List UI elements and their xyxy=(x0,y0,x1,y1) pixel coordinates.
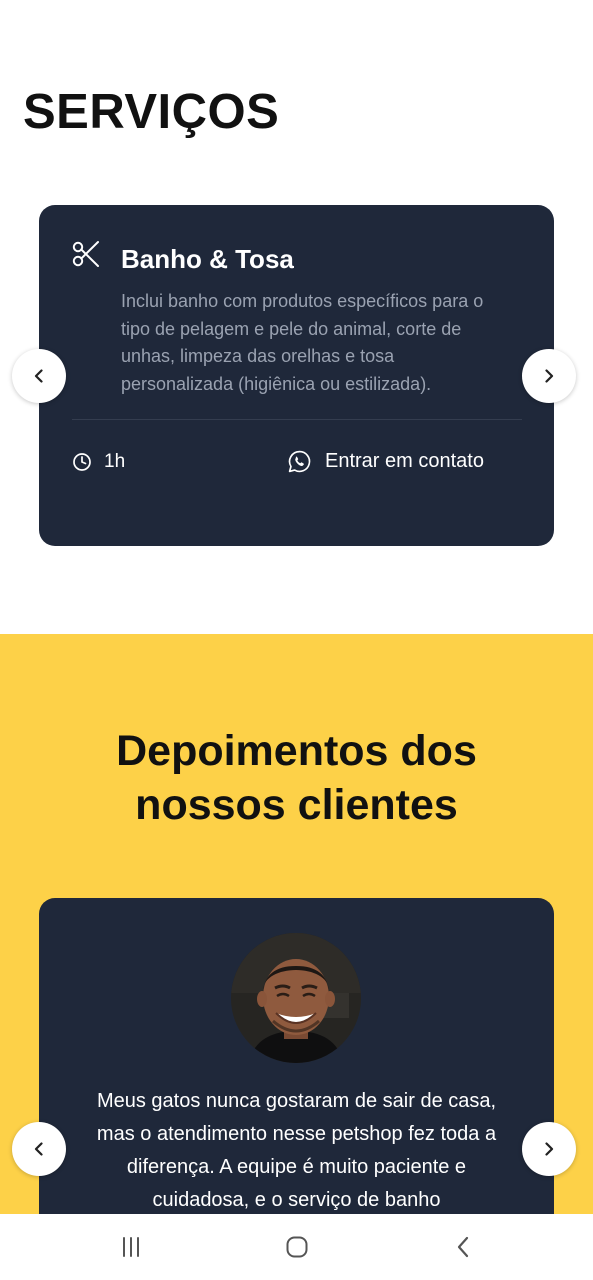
clock-icon xyxy=(72,452,92,472)
chevron-left-icon xyxy=(31,1141,47,1157)
recent-apps-icon xyxy=(119,1236,143,1258)
testimonials-next-button[interactable] xyxy=(522,1122,576,1176)
back-icon xyxy=(454,1235,472,1259)
quote-line: mas o atendimento nesse petshop fez toda… xyxy=(96,1123,497,1145)
card-divider xyxy=(72,419,522,420)
services-section: SERVIÇOS Banho & Tosa Inclui banho com p… xyxy=(0,0,593,634)
quote-line: Meus gatos nunca gostaram de sair de cas… xyxy=(96,1090,497,1112)
services-prev-button[interactable] xyxy=(12,349,66,403)
services-title: SERVIÇOS xyxy=(23,85,280,139)
services-next-button[interactable] xyxy=(522,349,576,403)
scissors-icon xyxy=(71,239,101,269)
contact-label: Entrar em contato xyxy=(325,450,484,472)
home-button[interactable] xyxy=(282,1232,312,1262)
chevron-right-icon xyxy=(541,1141,557,1157)
description-line: tipo de pelagem e pele do animal, corte … xyxy=(121,318,462,339)
whatsapp-icon xyxy=(287,449,312,474)
testimonials-title: Depoimentos dos nossos clientes xyxy=(0,724,593,832)
testimonial-card: Meus gatos nunca gostaram de sair de cas… xyxy=(39,898,554,1214)
service-duration: 1h xyxy=(72,451,125,473)
service-description: Inclui banho com produtos específicos pa… xyxy=(121,288,526,398)
duration-text: 1h xyxy=(104,451,126,472)
contact-button[interactable]: Entrar em contato xyxy=(287,449,484,474)
service-name: Banho & Tosa xyxy=(121,244,294,274)
quote-line: diferença. A equipe é muito paciente e xyxy=(126,1156,467,1178)
back-button[interactable] xyxy=(448,1232,478,1262)
avatar xyxy=(231,933,361,1063)
recent-apps-button[interactable] xyxy=(116,1232,146,1262)
service-card: Banho & Tosa Inclui banho com produtos e… xyxy=(39,205,554,546)
chevron-right-icon xyxy=(541,368,557,384)
description-line: Inclui banho com produtos específicos pa… xyxy=(121,291,484,311)
testimonials-prev-button[interactable] xyxy=(12,1122,66,1176)
chevron-left-icon xyxy=(31,368,47,384)
testimonials-section: Depoimentos dos nossos clientes Meus gat… xyxy=(0,634,593,1214)
testimonial-quote: Meus gatos nunca gostaram de sair de cas… xyxy=(69,1085,524,1214)
testimonials-title-line: Depoimentos dos xyxy=(116,727,477,775)
system-navigation-bar xyxy=(0,1214,593,1280)
testimonials-title-line: nossos clientes xyxy=(135,781,458,829)
description-line: unhas, limpeza das orelhas e tosa xyxy=(121,346,395,366)
quote-line: cuidadosa, e o serviço de banho xyxy=(152,1189,441,1211)
home-icon xyxy=(285,1235,309,1259)
description-line: personalizada (higiênica ou estilizada). xyxy=(121,373,432,394)
